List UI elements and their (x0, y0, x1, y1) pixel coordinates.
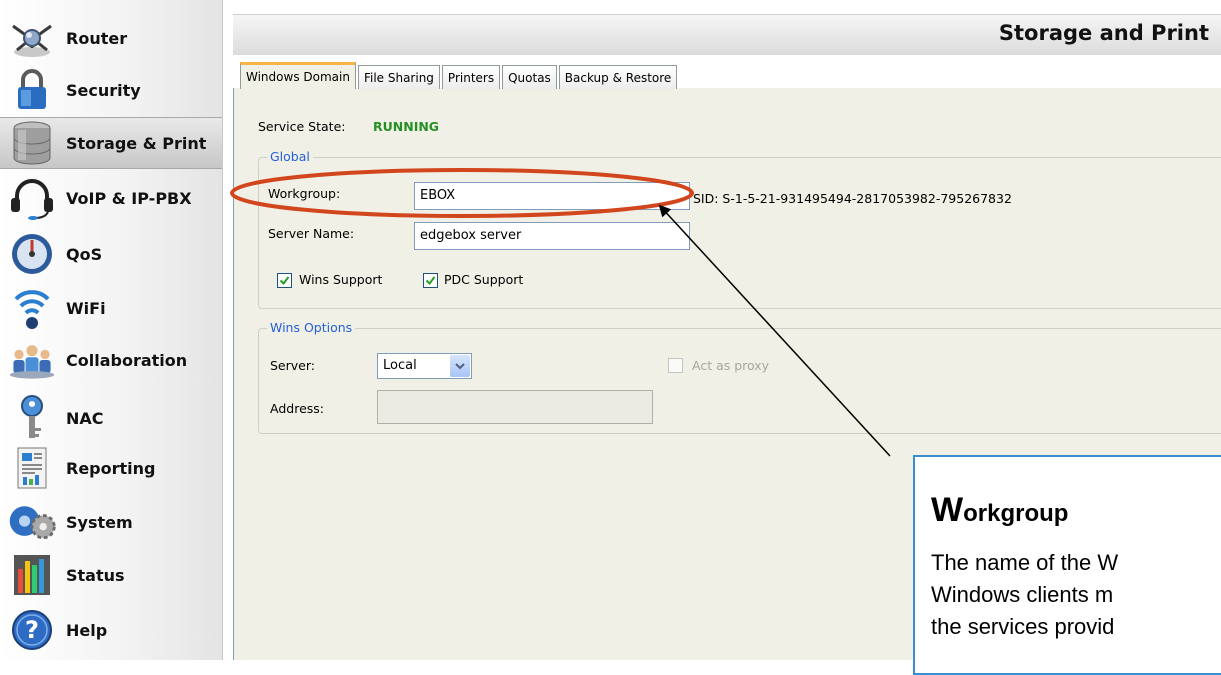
people-icon (6, 338, 58, 382)
service-state-value: RUNNING (373, 119, 440, 134)
router-icon (6, 16, 58, 60)
sidebar-item-label: VoIP & IP-PBX (66, 188, 192, 208)
wins-support-label: Wins Support (299, 272, 383, 287)
service-state-label: Service State: (258, 119, 346, 134)
sidebar-item-system[interactable]: System (0, 496, 222, 548)
sidebar-item-label: Security (66, 80, 141, 100)
headset-icon (6, 176, 58, 220)
global-group (258, 157, 1221, 309)
sidebar-item-qos[interactable]: QoS (0, 228, 222, 280)
sidebar-item-label: Storage & Print (66, 133, 207, 153)
title-bar: Storage and Print (233, 14, 1221, 55)
callout-title-rest: orkgroup (963, 500, 1069, 527)
page-title: Storage and Print (998, 21, 1209, 45)
server-name-label: Server Name: (268, 226, 355, 241)
address-input[interactable] (377, 390, 653, 424)
tab-bar: Windows Domain File Sharing Printers Quo… (240, 62, 679, 89)
address-label: Address: (270, 401, 324, 416)
sidebar: Router Security Storage & Print VoIP & I… (0, 0, 223, 660)
callout-box: Workgroup The name of the W Windows clie… (913, 455, 1221, 675)
sidebar-item-label: System (66, 512, 133, 532)
server-label: Server: (270, 358, 315, 373)
padlock-icon (6, 68, 58, 112)
callout-title: Workgroup (931, 491, 1068, 530)
sidebar-item-label: Router (66, 28, 128, 48)
callout-line: the services provid (931, 614, 1115, 639)
sidebar-item-voip[interactable]: VoIP & IP-PBX (0, 172, 222, 224)
tab-quotas[interactable]: Quotas (502, 65, 557, 89)
workgroup-label: Workgroup: (268, 186, 341, 201)
sidebar-item-collaboration[interactable]: Collaboration (0, 334, 222, 386)
wins-support-checkbox[interactable] (277, 273, 292, 288)
server-select-value: Local (383, 358, 417, 373)
svg-text:?: ? (25, 616, 39, 644)
pdc-support-label: PDC Support (444, 272, 524, 287)
sidebar-item-status[interactable]: Status (0, 549, 222, 601)
callout-line: Windows clients m (931, 582, 1114, 607)
sidebar-item-help[interactable]: ? Help (0, 604, 222, 656)
callout-line: The name of the W (931, 550, 1119, 575)
wifi-icon (6, 286, 58, 330)
sidebar-item-label: Collaboration (66, 350, 188, 370)
callout-body: The name of the W Windows clients m the … (931, 547, 1221, 643)
wins-options-group-title: Wins Options (267, 320, 356, 335)
speedometer-icon (6, 232, 58, 276)
server-name-input[interactable]: edgebox server (414, 222, 690, 250)
sidebar-item-nac[interactable]: NAC (0, 392, 222, 444)
tab-printers[interactable]: Printers (441, 65, 501, 89)
act-as-proxy-checkbox[interactable] (668, 358, 683, 373)
global-group-title: Global (267, 149, 313, 164)
checkmark-icon (425, 276, 436, 286)
sid-text: SID: S-1-5-21-931495494-2817053982-79526… (693, 191, 1012, 206)
chevron-down-icon[interactable] (450, 355, 470, 377)
sidebar-item-storage-print[interactable]: Storage & Print (0, 117, 222, 169)
sidebar-item-label: Status (66, 565, 125, 585)
sidebar-item-security[interactable]: Security (0, 64, 222, 116)
server-select[interactable]: Local (377, 353, 472, 379)
workgroup-input[interactable]: EBOX (414, 182, 690, 210)
tab-backup-restore[interactable]: Backup & Restore (558, 65, 678, 89)
report-icon (6, 446, 58, 490)
bars-icon (6, 553, 58, 597)
tab-windows-domain[interactable]: Windows Domain (240, 62, 356, 89)
help-icon: ? (6, 608, 58, 652)
sidebar-item-label: NAC (66, 408, 104, 428)
keys-icon (6, 395, 58, 440)
sidebar-item-reporting[interactable]: Reporting (0, 442, 222, 494)
database-icon (6, 121, 58, 165)
tab-file-sharing[interactable]: File Sharing (357, 65, 440, 89)
sidebar-item-label: QoS (66, 244, 103, 264)
sidebar-item-label: Reporting (66, 458, 156, 478)
sidebar-item-label: WiFi (66, 298, 106, 318)
sidebar-item-label: Help (66, 620, 108, 640)
sidebar-item-router[interactable]: Router (0, 12, 222, 64)
callout-title-initial: W (931, 491, 964, 529)
pdc-support-checkbox[interactable] (423, 273, 438, 288)
checkmark-icon (279, 276, 290, 286)
gears-icon (6, 500, 58, 544)
sidebar-item-wifi[interactable]: WiFi (0, 282, 222, 334)
act-as-proxy-label: Act as proxy (692, 358, 770, 373)
